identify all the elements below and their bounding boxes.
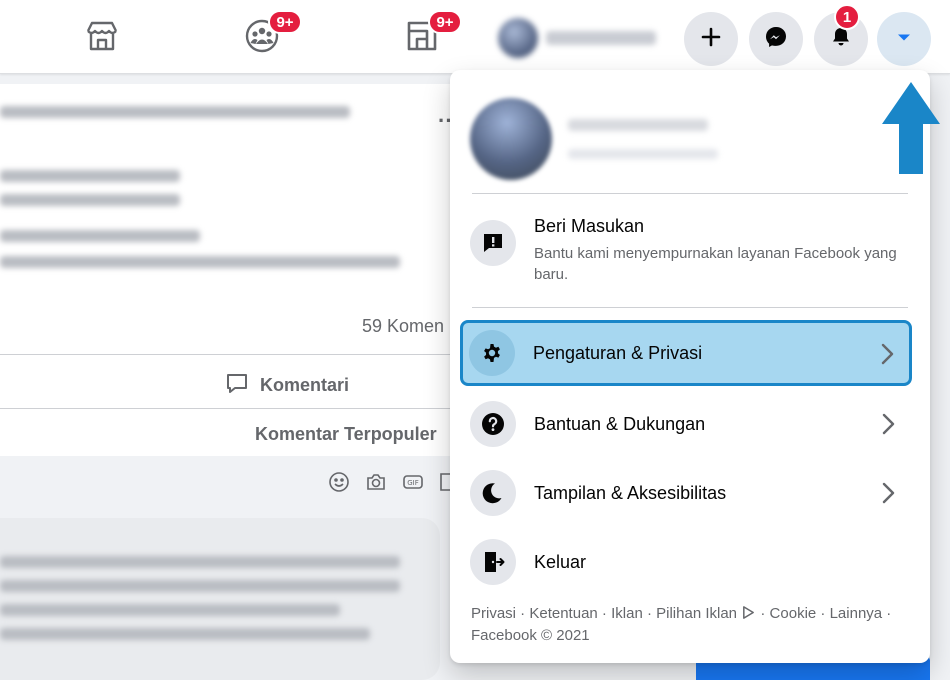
question-icon (470, 401, 516, 447)
comment-bubble (0, 518, 440, 680)
divider (0, 354, 456, 355)
notifications-button[interactable]: 1 (814, 4, 868, 66)
chevron-right-icon (874, 479, 902, 507)
footer-link-ad-choices[interactable]: Pilihan Iklan (656, 605, 756, 622)
comment-input-toolbar: GIF (0, 460, 456, 504)
menu-item-settings-privacy[interactable]: Pengaturan & Privasi (460, 320, 912, 386)
messenger-button[interactable] (749, 12, 803, 66)
account-dropdown-menu: Beri Masukan Bantu kami menyempurnakan l… (450, 70, 930, 663)
chevron-right-icon (873, 340, 901, 368)
comment-icon (224, 370, 250, 401)
nav-tab-groups[interactable]: 9+ (232, 8, 302, 68)
notifications-badge: 1 (834, 4, 860, 30)
menu-item-logout[interactable]: Keluar (464, 531, 910, 593)
svg-text:GIF: GIF (407, 479, 419, 487)
shop-icon (84, 18, 120, 59)
comment-action-label: Komentari (260, 375, 350, 395)
camera-icon[interactable] (365, 471, 387, 493)
messenger-icon (764, 25, 788, 54)
divider (472, 193, 908, 194)
footer-link-more[interactable]: Lainnya (830, 605, 883, 622)
create-button[interactable] (684, 12, 738, 66)
menu-item-display-accessibility[interactable]: Tampilan & Aksesibilitas (464, 462, 910, 524)
profile-info-blurred (568, 119, 718, 159)
footer-link-cookies[interactable]: Cookie (770, 605, 817, 622)
blurred-text (0, 194, 180, 206)
chevron-right-icon (874, 410, 902, 438)
profile-link[interactable] (470, 98, 718, 180)
menu-item-label: Keluar (534, 551, 587, 572)
feedback-description: Bantu kami menyempurnakan layanan Facebo… (534, 245, 897, 283)
annotation-arrow-icon (882, 82, 940, 174)
blurred-text (0, 170, 180, 182)
menu-item-label: Tampilan & Aksesibilitas (534, 482, 727, 503)
blurred-text (0, 556, 400, 568)
blurred-text (0, 106, 350, 118)
menu-item-label: Pengaturan & Privasi (533, 342, 703, 363)
profile-shortcut[interactable] (498, 18, 668, 58)
blurred-text (0, 580, 400, 592)
give-feedback-item[interactable]: Beri Masukan Bantu kami menyempurnakan l… (470, 216, 914, 285)
footer-link-terms[interactable]: Ketentuan (529, 605, 597, 622)
ad-choices-icon (743, 606, 755, 619)
comment-sort-dropdown[interactable]: Komentar Terpopuler (255, 424, 437, 445)
comment-action-button[interactable]: Komentari (224, 370, 349, 401)
gif-icon[interactable]: GIF (402, 471, 424, 493)
avatar (498, 18, 538, 58)
feedback-title: Beri Masukan (534, 216, 645, 236)
feedback-icon (470, 220, 516, 266)
footer-link-privacy[interactable]: Privasi (471, 605, 516, 622)
emoji-icon[interactable] (328, 471, 350, 493)
top-navigation-bar: 9+ 9+ 1 (0, 0, 950, 74)
account-menu-button[interactable] (877, 12, 931, 66)
footer-links: Privasi · Ketentuan · Iklan · Pilihan Ik… (471, 605, 892, 644)
nav-tab-marketplace[interactable] (72, 8, 132, 68)
plus-icon (699, 25, 723, 54)
divider (472, 307, 908, 308)
blurred-text (0, 256, 400, 268)
comment-count[interactable]: 59 Komen (362, 316, 444, 337)
caret-down-icon (892, 25, 916, 54)
menu-item-help-support[interactable]: Bantuan & Dukungan (464, 393, 910, 455)
groups-badge: 9+ (268, 10, 302, 34)
divider (0, 408, 456, 409)
blurred-text (0, 628, 370, 640)
gaming-badge: 9+ (428, 10, 462, 34)
gear-icon (469, 330, 515, 376)
footer-link-ads[interactable]: Iklan (611, 605, 643, 622)
logout-icon (470, 539, 516, 585)
profile-name-blurred (546, 31, 656, 45)
footer-copyright: Facebook © 2021 (471, 627, 590, 644)
nav-tab-gaming[interactable]: 9+ (392, 8, 462, 68)
blurred-text (0, 604, 340, 616)
menu-item-label: Bantuan & Dukungan (534, 413, 706, 434)
moon-icon (470, 470, 516, 516)
blurred-text (0, 230, 200, 242)
avatar (470, 98, 552, 180)
